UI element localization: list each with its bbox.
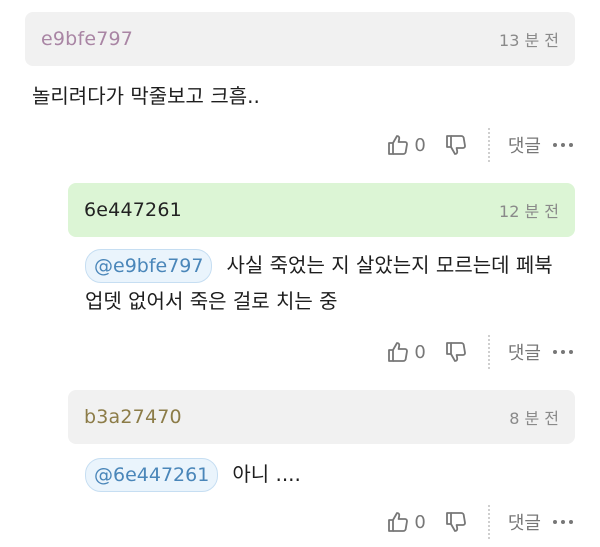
dislike-button[interactable]	[444, 510, 468, 534]
comment-time: 8 분 전	[509, 409, 559, 428]
reply-button[interactable]: 댓글	[508, 339, 541, 365]
comment-body: 아니 ....	[232, 462, 301, 486]
mention-tag[interactable]: @e9bfe797	[85, 249, 213, 283]
thumbs-down-icon	[445, 512, 466, 532]
dislike-button[interactable]	[444, 340, 468, 364]
divider	[487, 505, 490, 539]
more-dots-icon[interactable]	[553, 520, 573, 524]
comment-time: 12 분 전	[499, 202, 559, 221]
like-count: 0	[414, 341, 426, 363]
like-count: 0	[414, 511, 426, 533]
divider	[487, 335, 490, 369]
more-dots-icon[interactable]	[553, 350, 573, 354]
thumbs-down-icon	[445, 342, 466, 362]
thumbs-up-icon	[388, 342, 409, 362]
comment-text: 놀리려다가 막줄보고 크흠..	[25, 78, 575, 114]
reply-button[interactable]: 댓글	[508, 132, 541, 158]
comment-actions: 0 댓글	[386, 505, 575, 539]
comment-header: b3a27470 8 분 전	[68, 390, 575, 444]
comment-author[interactable]: e9bfe797	[41, 28, 133, 50]
comment-header: e9bfe797 13 분 전	[25, 12, 575, 66]
comment-actions: 0 댓글	[386, 128, 575, 162]
comment: e9bfe797 13 분 전 놀리려다가 막줄보고 크흠..	[25, 12, 575, 114]
dislike-button[interactable]	[444, 133, 468, 157]
comment-time: 13 분 전	[499, 31, 559, 50]
more-dots-icon[interactable]	[553, 143, 573, 147]
comment-author[interactable]: 6e447261	[84, 199, 182, 221]
comment-body: 놀리려다가 막줄보고 크흠..	[32, 84, 260, 108]
comment-actions: 0 댓글	[386, 335, 575, 369]
reply-button[interactable]: 댓글	[508, 509, 541, 535]
like-button[interactable]: 0	[386, 340, 443, 364]
thumbs-up-icon	[388, 135, 409, 155]
comment-header: 6e447261 12 분 전	[68, 183, 575, 237]
comment-text: @e9bfe797 사실 죽었는 지 살았는지 모르는데 페북 업뎃 없어서 죽은…	[68, 247, 565, 319]
thumbs-up-icon	[388, 512, 409, 532]
like-button[interactable]: 0	[386, 510, 443, 534]
reply-comment: 6e447261 12 분 전 @e9bfe797 사실 죽었는 지 살았는지 모…	[68, 183, 575, 319]
mention-tag[interactable]: @6e447261	[85, 458, 219, 492]
thumbs-down-icon	[445, 135, 466, 155]
comment-text: @6e447261 아니 ....	[68, 456, 575, 492]
like-button[interactable]: 0	[386, 133, 443, 157]
reply-comment: b3a27470 8 분 전 @6e447261 아니 ....	[68, 390, 575, 492]
comment-author[interactable]: b3a27470	[84, 406, 182, 428]
like-count: 0	[414, 134, 426, 156]
divider	[487, 128, 490, 162]
